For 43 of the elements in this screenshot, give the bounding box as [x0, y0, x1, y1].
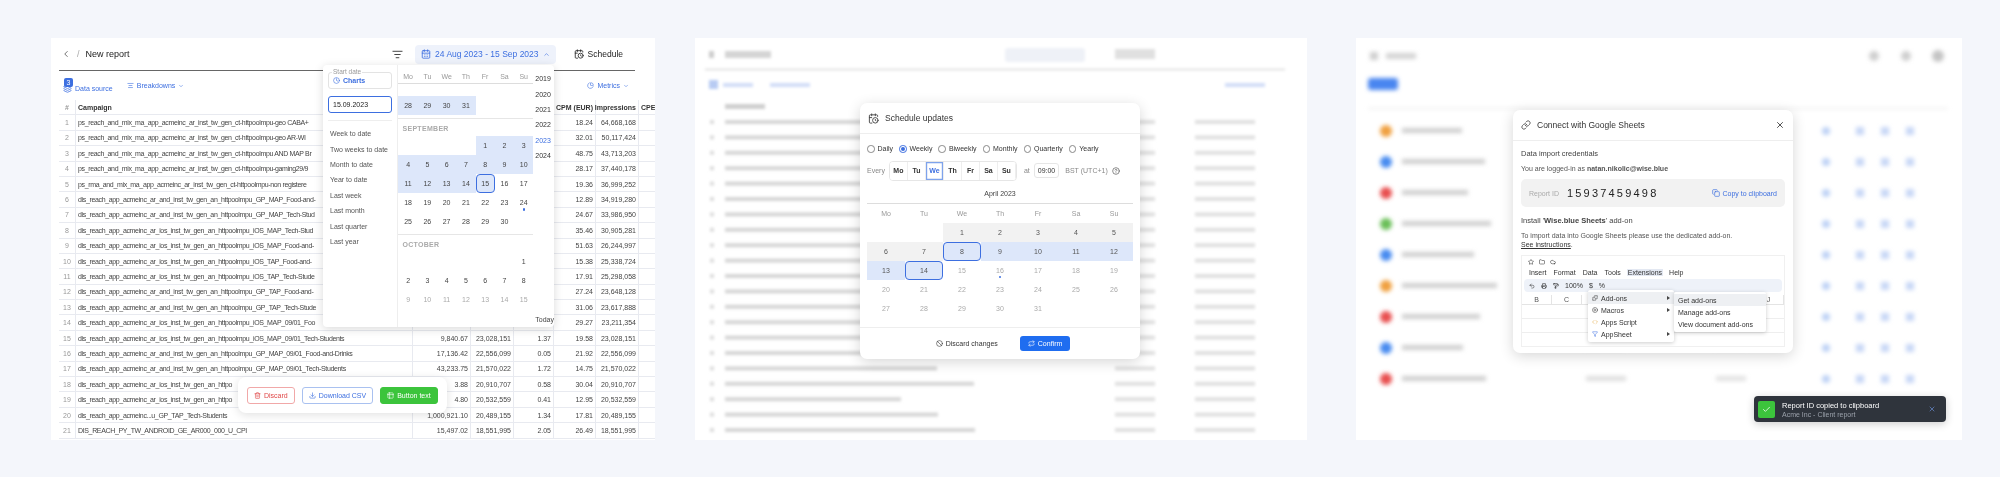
- puzzle-icon: [1592, 295, 1598, 301]
- submenu-arrow-icon: [1666, 308, 1670, 312]
- close-icon[interactable]: [1928, 405, 1936, 413]
- code-icon: [1592, 319, 1598, 325]
- chevron-down-icon: [178, 82, 185, 89]
- submenu-arrow-icon: [1666, 296, 1670, 300]
- copy-icon: [1711, 189, 1720, 197]
- dialog-title: Schedule updates: [885, 113, 954, 123]
- link-icon: [1521, 120, 1531, 130]
- ban-icon: [935, 339, 943, 347]
- check-icon: [1758, 400, 1775, 418]
- layers-icon: [63, 84, 72, 93]
- paint-icon: [1553, 282, 1559, 289]
- table-icon: [387, 391, 395, 399]
- filter-icon[interactable]: [392, 48, 404, 60]
- back-icon[interactable]: [61, 49, 71, 59]
- page-title: New report: [85, 49, 130, 59]
- download-icon: [308, 391, 316, 399]
- trash-icon: [254, 391, 261, 399]
- dialog-title: Connect with Google Sheets: [1537, 120, 1645, 130]
- chevron-down-icon: [623, 82, 629, 89]
- repeat-icon: [1027, 339, 1035, 347]
- report-id: 15937459498: [1566, 187, 1659, 199]
- folder-icon: [1539, 258, 1545, 265]
- cloud-icon: [1550, 258, 1556, 265]
- star-icon: [1528, 258, 1534, 265]
- play-icon: [1592, 307, 1598, 313]
- calendar-clock-icon: [868, 112, 879, 124]
- pie-chart-icon: [587, 82, 595, 89]
- print-icon: [1541, 282, 1547, 289]
- close-button[interactable]: [1775, 120, 1785, 130]
- calendar-icon: [421, 49, 432, 59]
- help-icon[interactable]: [1111, 166, 1120, 175]
- breadcrumb-separator: /: [77, 49, 80, 59]
- schedule-button[interactable]: Schedule: [569, 49, 627, 59]
- funnel-icon: [1592, 331, 1598, 337]
- undo-icon: [1529, 282, 1535, 289]
- submenu-arrow-icon: [1666, 332, 1670, 336]
- clock-icon: [333, 77, 340, 84]
- calendar-clock-icon: [573, 49, 584, 59]
- chevron-up-icon: [542, 50, 550, 58]
- date-range-button[interactable]: 24 Aug 2023 - 15 Sep 2023: [415, 44, 556, 64]
- lines-icon: [126, 82, 134, 89]
